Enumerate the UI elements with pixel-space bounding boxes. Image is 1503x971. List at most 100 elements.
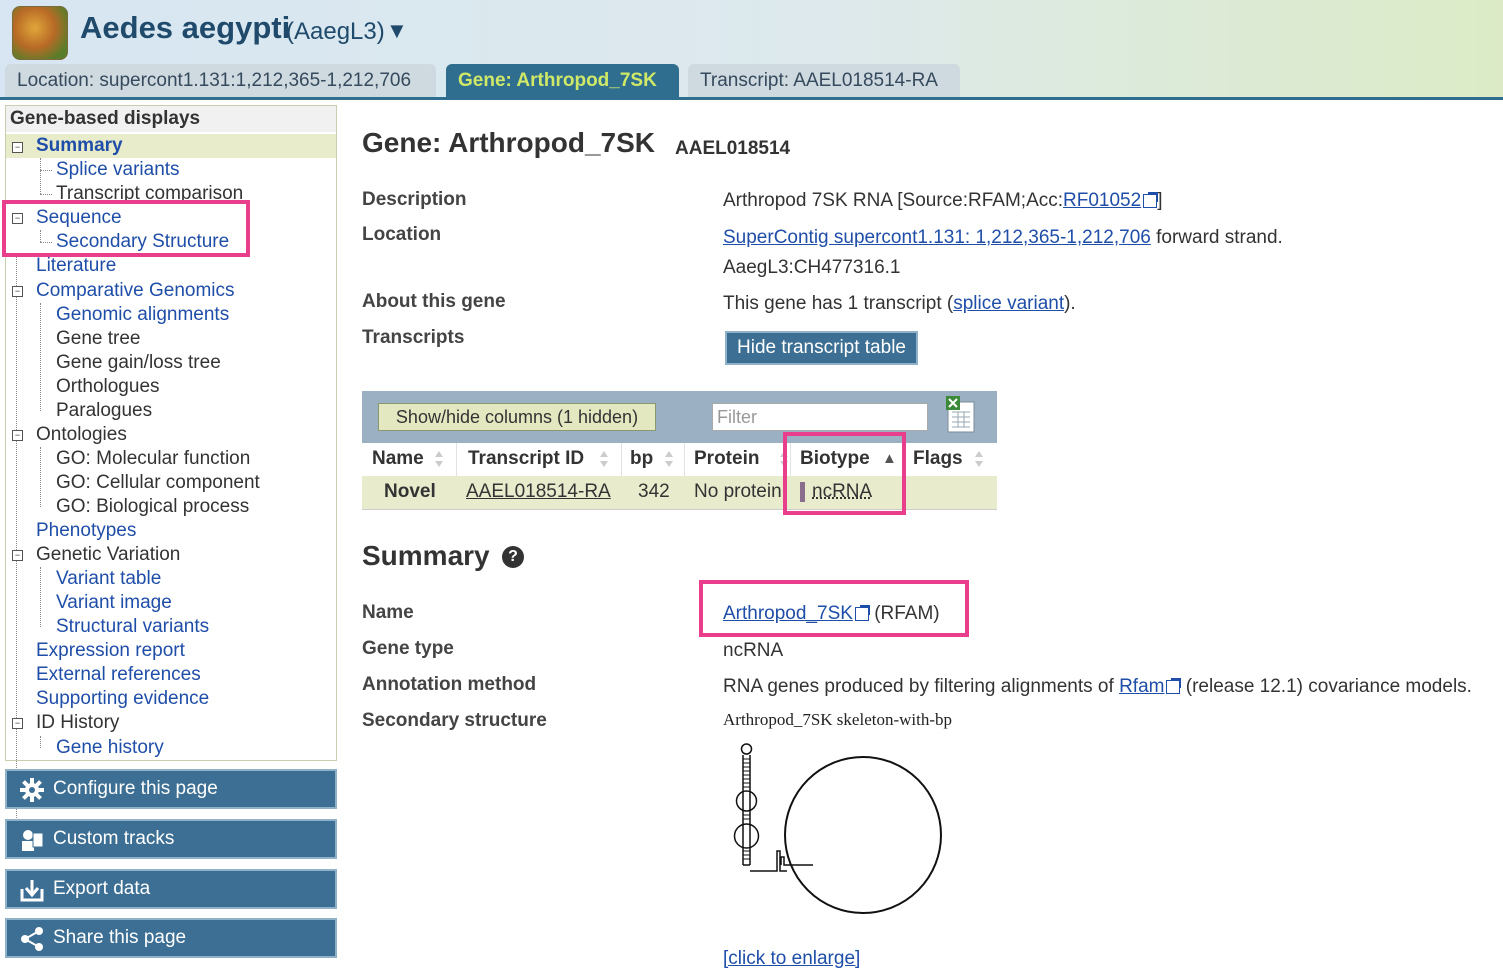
nav-item-external-references[interactable]: External references — [36, 663, 201, 687]
nav-item-splice-variants[interactable]: Splice variants — [56, 158, 180, 182]
nav-item-id-history[interactable]: ID History — [36, 711, 119, 735]
nav-item-phenotypes[interactable]: Phenotypes — [36, 519, 136, 543]
show-hide-columns-button[interactable]: Show/hide columns (1 hidden) — [378, 403, 656, 431]
help-icon[interactable]: ? — [502, 546, 524, 568]
sort-icon[interactable] — [599, 451, 609, 468]
configure-label: Configure this page — [53, 778, 218, 799]
splice-variant-link[interactable]: splice variant — [953, 293, 1064, 314]
tree-line — [40, 447, 41, 507]
species-name[interactable]: Aedes aegypti — [80, 10, 290, 46]
transcripts-label: Transcripts — [362, 327, 465, 348]
secondary-structure-label: Secondary structure — [362, 710, 547, 731]
tree-line — [40, 158, 41, 194]
nav-item-supporting-evidence[interactable]: Supporting evidence — [36, 687, 209, 711]
about-text: This gene has 1 transcript ( — [723, 293, 954, 314]
nav-item-expression-report[interactable]: Expression report — [36, 639, 185, 663]
col-header-bp[interactable]: bp — [630, 443, 653, 476]
export-data-button[interactable]: Export data — [5, 869, 337, 909]
tree-line — [40, 194, 52, 195]
nav-heading: Gene-based displays — [6, 106, 336, 132]
nav-item-go-molecular-function[interactable]: GO: Molecular function — [56, 447, 250, 471]
col-header-name[interactable]: Name — [372, 443, 424, 476]
external-link-icon — [1143, 192, 1159, 208]
biotype-highlight-box — [783, 432, 906, 515]
name-highlight-box — [699, 580, 969, 637]
gene-type-value: ncRNA — [723, 640, 784, 661]
sort-icon[interactable] — [434, 451, 444, 468]
nav-item-genetic-variation[interactable]: Genetic Variation — [36, 543, 180, 567]
description-text: Arthropod 7SK RNA [Source:RFAM;Acc: — [723, 190, 1064, 211]
nav-item-gene-tree[interactable]: Gene tree — [56, 327, 141, 351]
annotation-end: (release 12.1) covariance models. — [1180, 676, 1472, 697]
location-link[interactable]: SuperContig supercont1.131: 1,212,365-1,… — [723, 227, 1151, 248]
gear-icon — [20, 778, 44, 802]
tree-line — [40, 303, 41, 411]
tab-location[interactable]: Location: supercont1.131:1,212,365-1,212… — [5, 64, 436, 98]
nav-item-comparative-genomics[interactable]: Comparative Genomics — [36, 279, 235, 303]
location-value: SuperContig supercont1.131: 1,212,365-1,… — [723, 227, 1283, 249]
nav-item-orthologues[interactable]: Orthologues — [56, 375, 160, 399]
filter-input[interactable] — [712, 403, 928, 431]
mosquito-species-icon[interactable] — [12, 6, 68, 60]
sort-icon[interactable] — [974, 451, 984, 468]
about-end: ). — [1064, 293, 1076, 314]
nav-item-variant-table[interactable]: Variant table — [56, 567, 161, 591]
collapse-icon[interactable]: − — [12, 718, 23, 729]
tab-bar-divider — [0, 97, 1503, 100]
description-value: Arthropod 7SK RNA [Source:RFAM;Acc:RF010… — [723, 190, 1162, 212]
export-icon — [20, 880, 44, 902]
collapse-icon[interactable]: − — [12, 142, 23, 153]
excel-export-icon[interactable] — [946, 396, 976, 434]
collapse-icon[interactable]: − — [12, 430, 23, 441]
cell-name: Novel — [384, 481, 436, 502]
annotation-text: RNA genes produced by filtering alignmen… — [723, 676, 1120, 697]
summary-heading: Summary — [362, 540, 490, 571]
secondary-structure-image[interactable] — [725, 733, 945, 938]
share-page-button[interactable]: Share this page — [5, 918, 337, 958]
tree-line — [40, 736, 41, 748]
nav-item-go-biological-process[interactable]: GO: Biological process — [56, 495, 249, 519]
description-label: Description — [362, 189, 467, 210]
nav-item-paralogues[interactable]: Paralogues — [56, 399, 152, 423]
name-label: Name — [362, 602, 414, 623]
custom-tracks-label: Custom tracks — [53, 828, 175, 849]
masthead: Aedes aegypti (AaegL3) ▼ Location: super… — [0, 0, 1503, 100]
hide-transcript-table-button[interactable]: Hide transcript table — [725, 331, 918, 365]
col-header-flags[interactable]: Flags — [913, 443, 963, 476]
col-header-transcript-id[interactable]: Transcript ID — [468, 443, 584, 476]
nav-item-literature[interactable]: Literature — [36, 254, 116, 278]
about-value: This gene has 1 transcript (splice varia… — [723, 293, 1076, 315]
tree-line — [16, 254, 17, 838]
sort-icon[interactable] — [664, 451, 674, 468]
tree-line — [40, 170, 52, 171]
page-title: Gene: Arthropod_7SK — [362, 127, 655, 158]
structure-caption: Arthropod_7SK skeleton-with-bp — [723, 710, 953, 729]
gene-stable-id: AAEL018514 — [675, 138, 791, 159]
share-label: Share this page — [53, 927, 187, 948]
click-to-enlarge-link[interactable]: [click to enlarge] — [723, 948, 860, 970]
nav-item-ontologies[interactable]: Ontologies — [36, 423, 127, 447]
assembly-name[interactable]: (AaegL3) — [286, 18, 385, 46]
collapse-icon[interactable]: − — [12, 286, 23, 297]
location-alt: AaegL3:CH477316.1 — [723, 257, 901, 278]
tab-transcript[interactable]: Transcript: AAEL018514-RA — [688, 64, 960, 98]
col-header-protein[interactable]: Protein — [694, 443, 759, 476]
custom-tracks-button[interactable]: Custom tracks — [5, 819, 337, 859]
configure-page-button[interactable]: Configure this page — [5, 769, 337, 809]
rfam-link[interactable]: Rfam — [1119, 676, 1164, 697]
tab-gene[interactable]: Gene: Arthropod_7SK — [446, 64, 679, 98]
nav-item-variant-image[interactable]: Variant image — [56, 591, 172, 615]
cell-transcript-id-link[interactable]: AAEL018514-RA — [466, 476, 611, 509]
species-dropdown-icon[interactable]: ▼ — [386, 18, 408, 44]
collapse-icon[interactable]: − — [12, 550, 23, 561]
annotation-method-label: Annotation method — [362, 674, 537, 695]
rfam-accession-link[interactable]: RF01052 — [1063, 190, 1141, 211]
nav-item-gene-gain-loss-tree[interactable]: Gene gain/loss tree — [56, 351, 221, 375]
location-strand: forward strand. — [1150, 227, 1283, 248]
nav-item-genomic-alignments[interactable]: Genomic alignments — [56, 303, 229, 327]
nav-item-structural-variants[interactable]: Structural variants — [56, 615, 209, 639]
nav-item-go-cellular-component[interactable]: GO: Cellular component — [56, 471, 260, 495]
nav-item-gene-history[interactable]: Gene history — [56, 736, 164, 760]
nav-item-summary[interactable]: Summary — [36, 134, 123, 158]
tree-line — [40, 567, 41, 627]
